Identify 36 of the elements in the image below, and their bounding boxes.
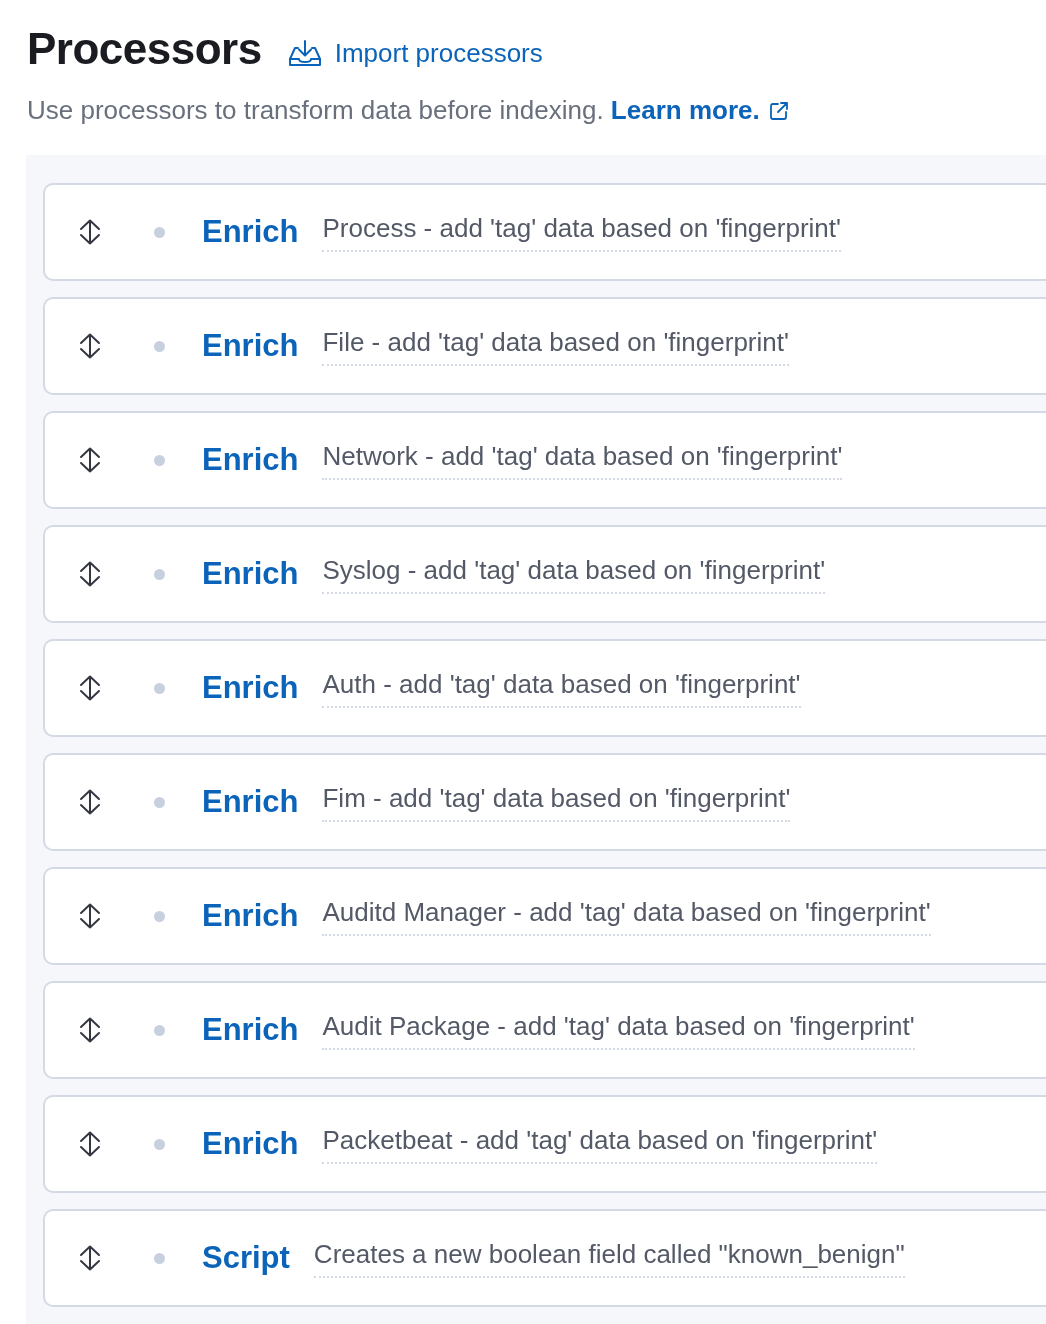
processor-description[interactable]: Process - add 'tag' data based on 'fingerprint' — [322, 212, 841, 252]
processor-type-link[interactable]: Enrich — [202, 1011, 299, 1049]
section-title: Processors — [27, 23, 262, 75]
drag-handle-icon[interactable] — [79, 333, 101, 359]
processor-type-link[interactable]: Enrich — [202, 327, 299, 365]
processor-description[interactable]: Packetbeat - add 'tag' data based on 'fingerprint' — [322, 1124, 878, 1164]
learn-more-link[interactable]: Learn more. — [610, 95, 788, 125]
drag-handle-icon[interactable] — [79, 447, 101, 473]
processor-description[interactable]: Fim - add 'tag' data based on 'fingerprint' — [322, 782, 791, 822]
drag-handle-icon[interactable] — [79, 789, 101, 815]
drag-handle-icon[interactable] — [79, 903, 101, 929]
processor-type-link[interactable]: Enrich — [202, 441, 299, 479]
drag-handle-icon[interactable] — [79, 675, 101, 701]
processor-description[interactable]: Auditd Manager - add 'tag' data based on 'fingerprint' — [322, 896, 931, 936]
processor-type-link[interactable]: Enrich — [202, 555, 299, 593]
external-link-icon — [769, 102, 788, 120]
processor-type-link[interactable]: Script — [202, 1239, 290, 1277]
processor-type-link[interactable]: Enrich — [202, 1125, 299, 1163]
processor-type-link[interactable]: Enrich — [202, 897, 299, 935]
processor-description[interactable]: Audit Package - add 'tag' data based on 'fingerprint' — [322, 1010, 915, 1050]
processor-description[interactable]: Network - add 'tag' data based on 'fingerprint' — [322, 440, 843, 480]
processor-description[interactable]: Auth - add 'tag' data based on 'fingerprint' — [322, 668, 801, 708]
processor-description[interactable]: Syslog - add 'tag' data based on 'fingerprint' — [322, 554, 826, 594]
processor-type-link[interactable]: Enrich — [202, 669, 299, 707]
drag-handle-icon[interactable] — [79, 1017, 101, 1043]
processor-type-link[interactable]: Enrich — [202, 783, 299, 821]
drag-handle-icon[interactable] — [79, 1245, 101, 1271]
processor-description[interactable]: Creates a new boolean field called "known_benign" — [313, 1238, 905, 1278]
download-tray-icon — [288, 39, 321, 66]
processor-type-link[interactable]: Enrich — [202, 213, 299, 251]
drag-handle-icon[interactable] — [79, 219, 101, 245]
processor-description[interactable]: File - add 'tag' data based on 'fingerprint' — [322, 326, 789, 366]
intro-text: Use processors to transform data before indexing. Learn more. — [0, 94, 1046, 126]
drag-handle-icon[interactable] — [79, 1131, 101, 1157]
import-processors-button[interactable]: Import processors — [288, 36, 543, 69]
drag-handle-icon[interactable] — [79, 561, 101, 587]
